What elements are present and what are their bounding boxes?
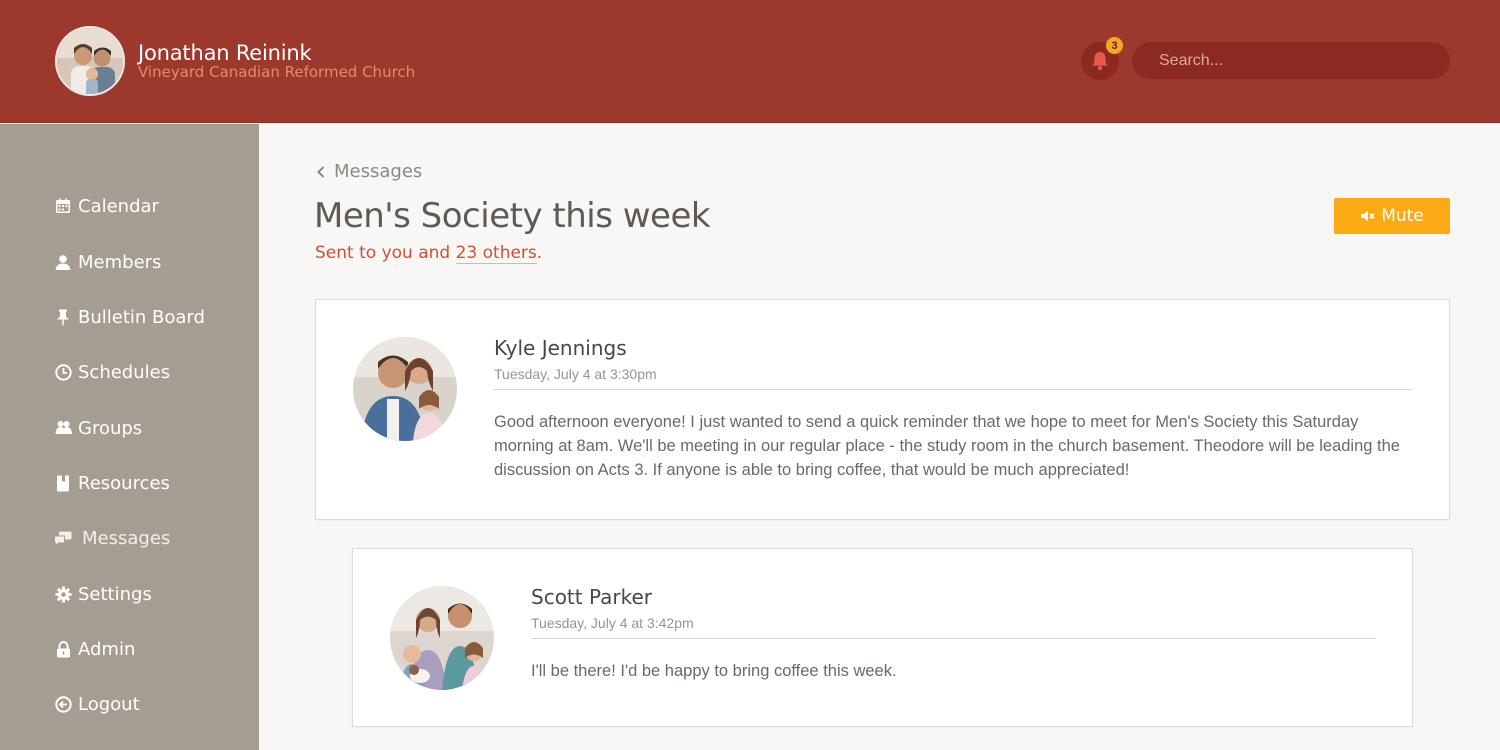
- gear-icon: [54, 585, 72, 603]
- bell-icon: [1092, 52, 1108, 71]
- top-header: Jonathan Reinink Vineyard Canadian Refor…: [0, 0, 1500, 123]
- group-icon: [54, 419, 72, 437]
- message-body: I'll be there! I'd be happy to bring cof…: [531, 662, 897, 680]
- sidebar-item-label: Groups: [78, 417, 143, 439]
- sidebar-item-schedules[interactable]: Schedules: [54, 357, 170, 387]
- chat-icon: [54, 529, 72, 547]
- sidebar-item-label: Members: [78, 251, 162, 273]
- user-icon: [54, 253, 72, 271]
- user-avatar-photo: [57, 28, 123, 94]
- author-avatar[interactable]: [390, 586, 494, 690]
- back-to-messages-link[interactable]: Messages: [316, 161, 422, 182]
- sidebar-item-label: Settings: [78, 583, 152, 605]
- mute-button[interactable]: Mute: [1334, 198, 1450, 234]
- message-timestamp: Tuesday, July 4 at 3:42pm: [531, 615, 694, 631]
- sidebar-item-label: Resources: [78, 472, 170, 494]
- book-icon: [54, 474, 72, 492]
- sidebar-item-messages[interactable]: Messages: [54, 523, 170, 553]
- reply-card: Scott Parker Tuesday, July 4 at 3:42pm I…: [352, 548, 1413, 727]
- sidebar-item-members[interactable]: Members: [54, 247, 161, 277]
- user-avatar[interactable]: [55, 26, 125, 96]
- recipients-link[interactable]: 23 others: [455, 243, 537, 264]
- recipients-suffix: .: [536, 243, 543, 263]
- recipients-prefix: Sent to you and: [315, 243, 456, 263]
- calendar-icon: [54, 197, 72, 215]
- message-body: Good afternoon everyone! I just wanted t…: [494, 413, 1400, 479]
- sidebar-item-groups[interactable]: Groups: [54, 413, 142, 443]
- sidebar-item-label: Calendar: [78, 195, 159, 217]
- speaker-mute-icon: [1361, 210, 1375, 222]
- divider: [531, 638, 1375, 639]
- user-name: Jonathan Reinink: [138, 41, 312, 65]
- message-timestamp: Tuesday, July 4 at 3:30pm: [494, 366, 657, 382]
- sidebar-item-label: Schedules: [78, 361, 171, 383]
- recipients-line: Sent to you and 23 others.: [315, 243, 543, 264]
- logout-icon: [54, 695, 72, 713]
- sidebar-item-logout[interactable]: Logout: [54, 689, 140, 719]
- sidebar-item-label: Bulletin Board: [78, 306, 205, 328]
- author-name: Scott Parker: [531, 585, 653, 609]
- divider: [494, 389, 1412, 390]
- lock-icon: [54, 640, 72, 658]
- back-link-label: Messages: [334, 161, 423, 182]
- mute-button-label: Mute: [1381, 206, 1424, 226]
- author-avatar[interactable]: [353, 337, 457, 441]
- clock-icon: [54, 363, 72, 381]
- sidebar-item-label: Admin: [78, 638, 136, 660]
- sidebar: Calendar Members Bulletin Board Schedule…: [0, 124, 259, 750]
- sidebar-item-calendar[interactable]: Calendar: [54, 191, 159, 221]
- author-name: Kyle Jennings: [494, 336, 627, 360]
- page-title: Men's Society this week: [314, 196, 711, 236]
- sidebar-item-label: Logout: [78, 693, 140, 715]
- search-input[interactable]: [1132, 42, 1450, 79]
- author-photo: [353, 337, 457, 441]
- sidebar-item-label: Messages: [82, 527, 171, 549]
- author-photo: [390, 586, 494, 690]
- message-card: Kyle Jennings Tuesday, July 4 at 3:30pm …: [315, 299, 1450, 520]
- sidebar-item-admin[interactable]: Admin: [54, 634, 135, 664]
- sidebar-item-settings[interactable]: Settings: [54, 579, 152, 609]
- chevron-left-icon: [317, 165, 325, 178]
- sidebar-item-bulletin-board[interactable]: Bulletin Board: [54, 302, 205, 332]
- pin-icon: [54, 308, 72, 326]
- sidebar-item-resources[interactable]: Resources: [54, 468, 170, 498]
- notification-badge: 3: [1106, 37, 1123, 54]
- church-name: Vineyard Canadian Reformed Church: [138, 63, 416, 81]
